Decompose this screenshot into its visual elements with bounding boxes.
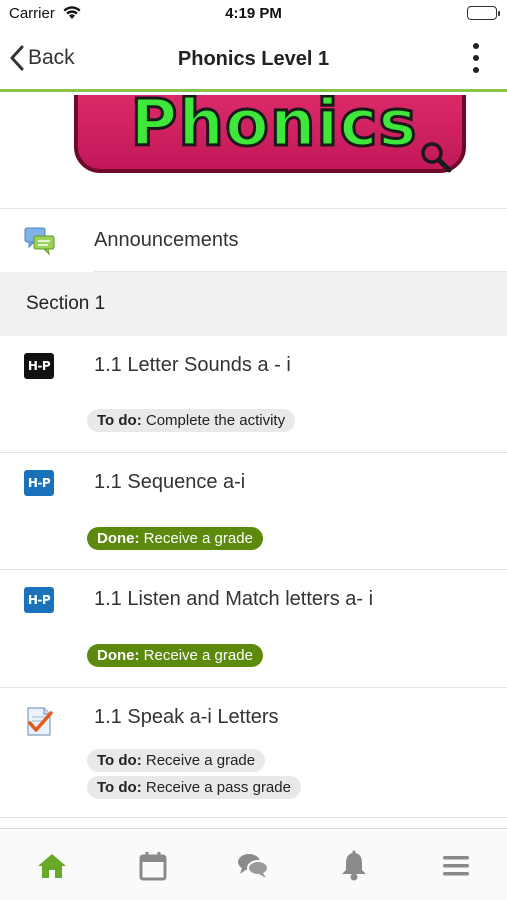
chat-bubbles-icon[interactable] <box>236 849 270 883</box>
badge-prefix: To do: <box>97 752 142 769</box>
tab-bar <box>0 828 507 900</box>
home-icon[interactable] <box>35 849 69 883</box>
clock: 4:19 PM <box>225 5 282 22</box>
h5p-icon: H-P <box>24 587 54 613</box>
badge-text: Complete the activity <box>145 412 286 429</box>
completion-badge: To do: Receive a pass grade <box>87 776 301 799</box>
search-icon[interactable] <box>418 139 454 175</box>
badge-prefix: To do: <box>97 779 142 796</box>
announcements-label: Announcements <box>94 229 239 251</box>
section-title: Section 1 <box>26 293 106 314</box>
badge-prefix: Done: <box>97 530 140 547</box>
navigation-bar: Back Phonics Level 1 <box>0 28 507 92</box>
calendar-icon[interactable] <box>136 849 170 883</box>
assignment-check-icon <box>24 705 54 742</box>
announcements-row[interactable]: Announcements <box>0 208 507 272</box>
bell-icon[interactable] <box>337 849 371 883</box>
completion-badge: Done: Receive a grade <box>87 527 263 550</box>
activity-item[interactable]: H-P 1.1 Letter Sounds a - i To do: Compl… <box>0 336 507 453</box>
activity-name: 1.1 Speak a-i Letters <box>94 706 279 728</box>
h5p-icon: H-P <box>24 353 54 379</box>
h5p-icon: H-P <box>24 470 54 496</box>
course-content[interactable]: Phonics Announcements Section 1 H-P 1.1 … <box>0 95 507 828</box>
activity-item[interactable]: H-P 1.1 Listen and Match letters a- i Do… <box>0 570 507 688</box>
badge-text: Receive a grade <box>143 647 253 664</box>
page-title: Phonics Level 1 <box>177 48 330 70</box>
activity-name: 1.1 Letter Sounds a - i <box>94 354 291 376</box>
badge-text: Receive a grade <box>145 752 256 769</box>
badge-text: Receive a grade <box>143 530 253 547</box>
more-vertical-icon[interactable] <box>471 43 481 75</box>
badge-prefix: To do: <box>97 412 142 429</box>
completion-badge: To do: Receive a grade <box>87 749 266 772</box>
menu-icon[interactable] <box>439 849 473 883</box>
completion-badge: Done: Receive a grade <box>87 644 263 667</box>
course-banner: Phonics <box>74 95 466 173</box>
battery-icon <box>467 6 500 20</box>
activity-name: 1.1 Listen and Match letters a- i <box>94 588 374 610</box>
activity-item[interactable]: 1.1 Speak a-i Letters To do: Receive a g… <box>0 688 507 818</box>
badge-prefix: Done: <box>97 647 140 664</box>
badge-text: Receive a pass grade <box>145 779 291 796</box>
activity-item[interactable]: H-P 1.1 Sequence a-i Done: Receive a gra… <box>0 453 507 570</box>
section-header: Section 1 <box>0 272 507 336</box>
forum-chat-icon <box>24 226 56 261</box>
status-bar: Carrier 4:19 PM <box>0 0 507 28</box>
banner-title: Phonics <box>129 95 418 163</box>
completion-badge: To do: Complete the activity <box>87 409 296 432</box>
activity-name: 1.1 Sequence a-i <box>94 471 246 493</box>
